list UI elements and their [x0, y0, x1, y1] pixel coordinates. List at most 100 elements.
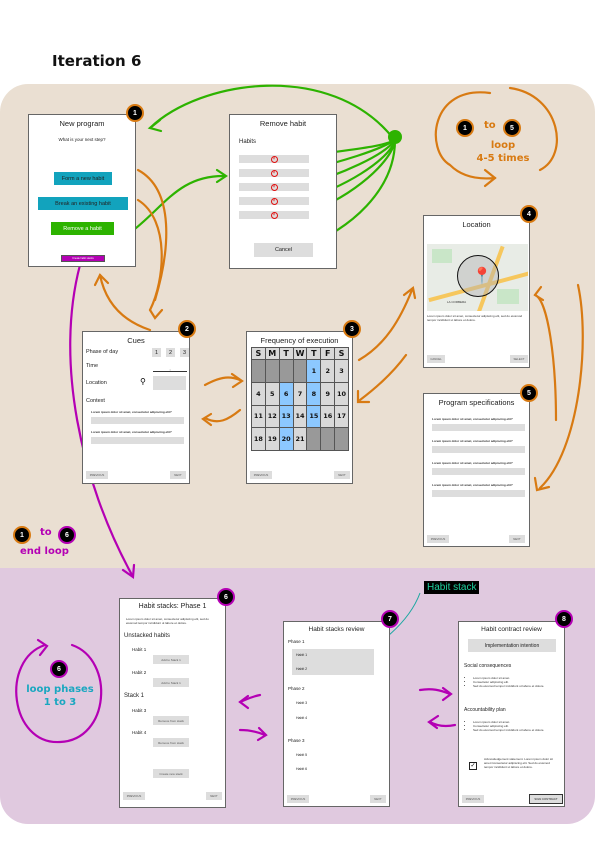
habit-name: Habit 2 [132, 670, 147, 675]
previous-button[interactable]: PREVIOUS [86, 471, 108, 479]
answer-input[interactable] [432, 446, 525, 453]
remove-x-icon[interactable]: × [270, 197, 278, 205]
day-cell[interactable]: 6 [279, 382, 293, 405]
time-input[interactable]: : [153, 367, 187, 372]
remove-x-icon[interactable]: × [270, 169, 278, 177]
previous-button[interactable]: PREVIOUS [250, 471, 272, 479]
screen-title: Location [462, 220, 491, 229]
step-badge-5: 5 [520, 384, 538, 402]
create-stack-button[interactable]: Create new stack [153, 769, 189, 778]
day-cell[interactable]: 14 [293, 405, 307, 428]
phase-loop-badge: 6 [50, 660, 68, 678]
day-cell[interactable]: 11 [252, 405, 265, 428]
break-habit-button[interactable]: Break an existing habit [38, 197, 128, 210]
question-text: Lorem ipsum dolor sit amet, consectetur … [432, 439, 513, 443]
phase-loop-line2: 1 to 3 [43, 697, 77, 708]
day-cell[interactable]: 5 [265, 382, 279, 405]
day-cell[interactable]: 2 [321, 360, 335, 382]
create-stacks-button[interactable]: Create habit stacks [61, 255, 105, 262]
screen-cues: Cues Phase of day 1 2 3 Time : Location … [82, 331, 190, 484]
day-cell[interactable]: 8 [307, 382, 321, 405]
screen-remove-habit: Remove habit Habits Cancel × × × × × [229, 114, 337, 269]
question-text: Lorem ipsum dolor sit amet, consectetur … [432, 483, 513, 487]
habit-name: Habit 3 [132, 708, 147, 713]
phase-label: Phase 3 [288, 738, 305, 743]
remove-from-stack-button[interactable]: Remove from stack [153, 716, 189, 725]
day-cell[interactable]: 16 [321, 405, 335, 428]
day-cell[interactable]: 20 [279, 428, 293, 450]
social-label: Social consequences [464, 663, 512, 669]
screen-new-program: New program What is your next step? Form… [28, 114, 136, 267]
remove-habit-button[interactable]: Remove a habit [51, 222, 114, 235]
select-button[interactable]: SELECT [510, 355, 528, 363]
list-item: Sed do eiusmod tempor incididunt ut labo… [473, 728, 548, 732]
screen-title: Habit contract review [481, 626, 542, 633]
day-cell[interactable]: 13 [279, 405, 293, 428]
phase-label: Phase of day [86, 349, 119, 355]
habit-item: Habit 2 [296, 667, 308, 671]
remove-x-icon[interactable]: × [270, 155, 278, 163]
phase-option-3[interactable]: 3 [180, 348, 189, 357]
next-button[interactable]: NEXT [370, 795, 386, 803]
implementation-intention-button[interactable]: Implementation intention [468, 639, 556, 652]
context-input[interactable] [91, 417, 184, 424]
day-cell[interactable]: 4 [252, 382, 265, 405]
step-badge-8: 8 [555, 610, 573, 628]
add-to-stack-button[interactable]: Add to Stack 1 [153, 655, 189, 664]
day-cell[interactable]: 10 [335, 382, 348, 405]
map-pin-icon: 📍 [472, 268, 492, 285]
loop-to-label: to [484, 120, 496, 131]
next-button[interactable]: NEXT [170, 471, 186, 479]
day-cell[interactable]: 17 [335, 405, 348, 428]
map-view[interactable]: 📍 LA CORBERA [427, 244, 528, 311]
answer-input[interactable] [432, 468, 525, 475]
day-cell[interactable]: 9 [321, 382, 335, 405]
day-cell[interactable]: 1 [307, 360, 321, 382]
location-input[interactable] [153, 376, 186, 390]
previous-button[interactable]: PREVIOUS [462, 795, 484, 803]
acknowledge-checkbox[interactable]: ✓ [469, 762, 477, 770]
remove-x-icon[interactable]: × [270, 211, 278, 219]
day-cell[interactable]: 19 [265, 428, 279, 450]
next-button[interactable]: NEXT [509, 535, 525, 543]
phase-option-2[interactable]: 2 [166, 348, 175, 357]
remove-x-icon[interactable]: × [270, 183, 278, 191]
screen-title: Remove habit [259, 119, 307, 128]
empty-day-cell [335, 428, 348, 450]
add-to-stack-button[interactable]: Add to Stack 1 [153, 678, 189, 687]
question-text: Lorem ipsum dolor sit amet, consectetur … [432, 461, 513, 465]
loop-label-line2: 4-5 times [476, 153, 530, 164]
day-cell[interactable]: 3 [335, 360, 348, 382]
end-loop-end-badge: 6 [58, 526, 76, 544]
day-cell[interactable]: 15 [307, 405, 321, 428]
end-loop-start-badge: 1 [13, 526, 31, 544]
answer-input[interactable] [432, 424, 525, 431]
phase-label: Phase 1 [288, 639, 305, 644]
phase-option-1[interactable]: 1 [152, 348, 161, 357]
habit-row: × [239, 169, 309, 177]
next-button[interactable]: NEXT [334, 471, 350, 479]
end-loop-to: to [40, 527, 52, 538]
question-text: Lorem ipsum dolor sit amet, consectetur … [91, 410, 172, 414]
screen-title: Habit stacks: Phase 1 [138, 603, 207, 610]
weekday-header: T [279, 348, 293, 359]
cancel-button[interactable]: CANCEL [427, 355, 445, 363]
cancel-button[interactable]: Cancel [254, 243, 313, 257]
next-button[interactable]: NEXT [206, 792, 222, 800]
remove-from-stack-button[interactable]: Remove from stack [153, 738, 189, 747]
previous-button[interactable]: PREVIOUS [123, 792, 145, 800]
context-input[interactable] [91, 437, 184, 444]
previous-button[interactable]: PREVIOUS [427, 535, 449, 543]
day-cell[interactable]: 7 [293, 382, 307, 405]
sign-contract-button[interactable]: SIGN CONTRACT [529, 794, 563, 804]
screen-location: Location 📍 LA CORBERA Lorem ipsum dolor … [423, 215, 530, 368]
previous-button[interactable]: PREVIOUS [287, 795, 309, 803]
form-habit-button[interactable]: Form a new habit [54, 172, 112, 185]
day-cell[interactable]: 21 [293, 428, 307, 450]
answer-input[interactable] [432, 490, 525, 497]
day-cell[interactable]: 18 [252, 428, 265, 450]
day-cell[interactable]: 12 [265, 405, 279, 428]
weekday-header: S [335, 348, 348, 359]
loop-start-badge: 1 [456, 119, 474, 137]
habit-row: × [239, 155, 309, 163]
